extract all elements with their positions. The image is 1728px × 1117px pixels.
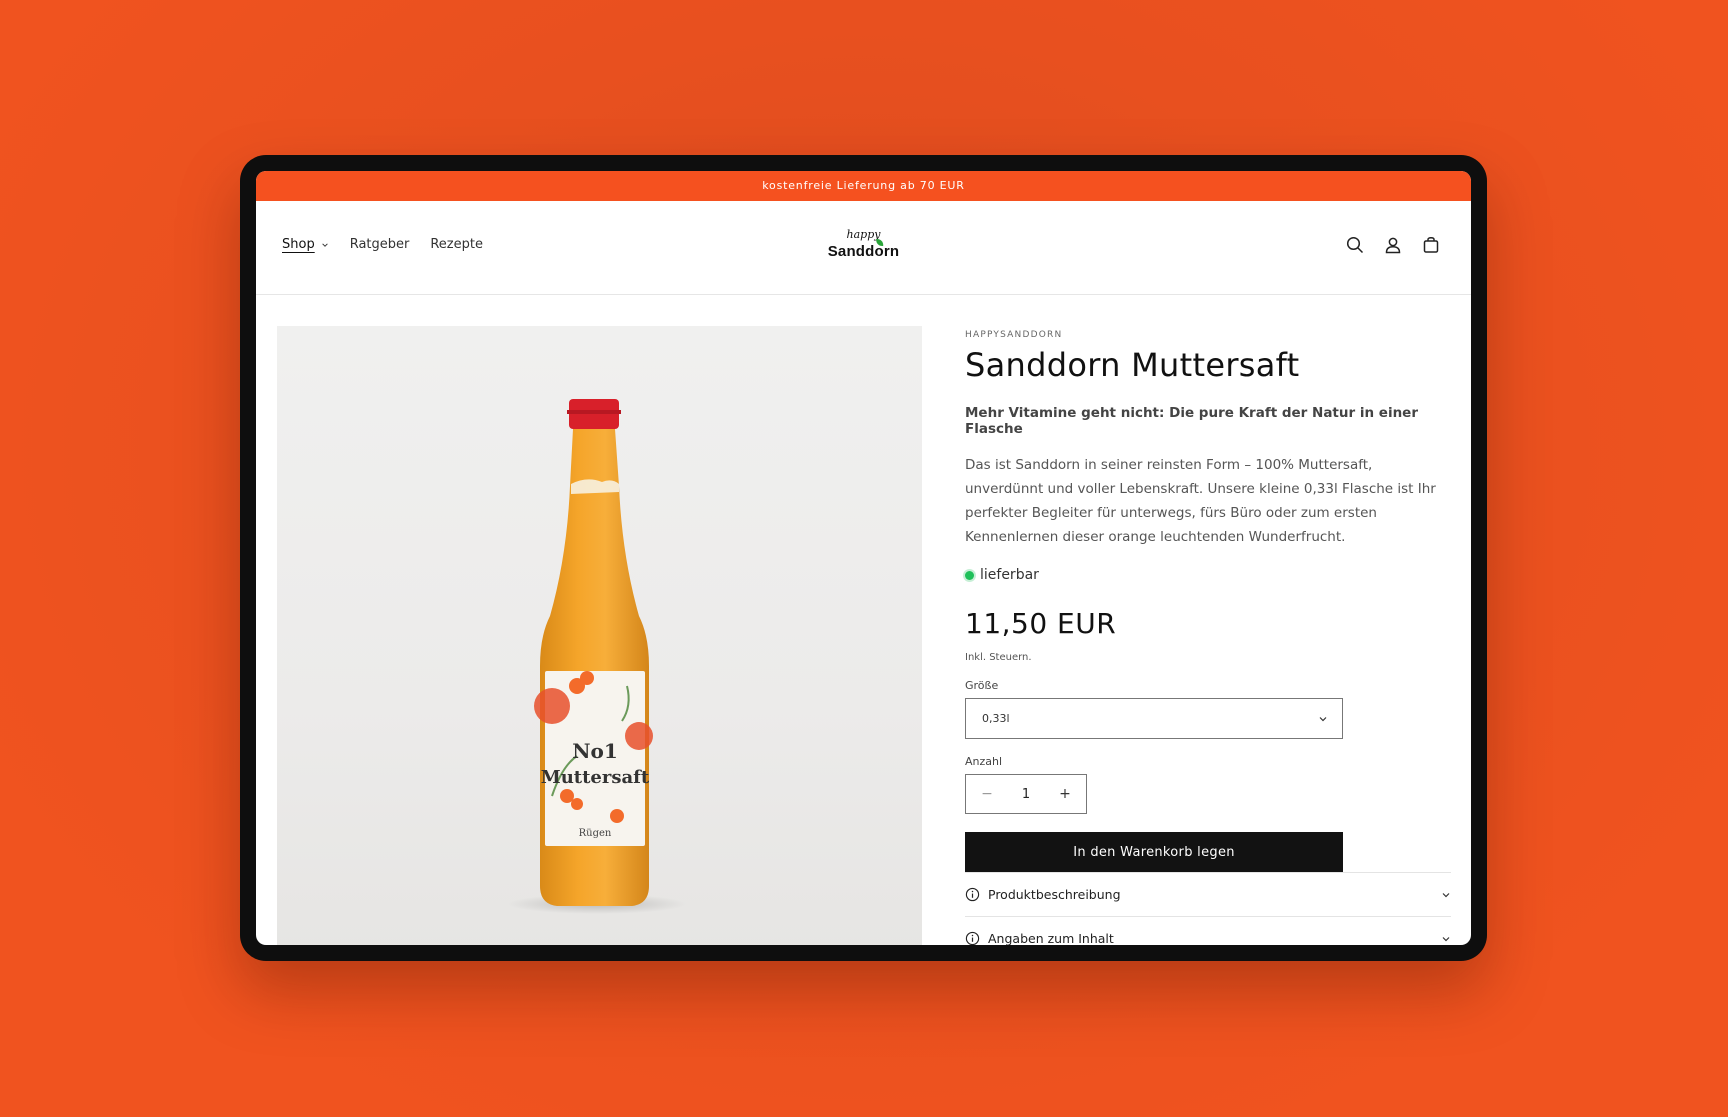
chevron-down-icon bbox=[1442, 936, 1450, 941]
label-name: Muttersaft bbox=[541, 767, 650, 788]
site-logo[interactable]: happy Sanddorn bbox=[827, 228, 900, 261]
product-subtitle: Mehr Vitamine geht nicht: Die pure Kraft… bbox=[965, 405, 1418, 437]
nav-item-label: Ratgeber bbox=[349, 237, 410, 252]
nav-item-shop[interactable]: Shop bbox=[282, 237, 329, 252]
announcement-bar: kostenfreie Lieferung ab 70 EUR bbox=[256, 171, 1471, 201]
info-icon bbox=[965, 931, 980, 945]
chevron-down-icon bbox=[1319, 716, 1327, 721]
search-icon[interactable] bbox=[1345, 235, 1365, 255]
chevron-down-icon bbox=[1442, 892, 1450, 897]
accordion-angaben-zum-inhalt[interactable]: Angaben zum Inhalt bbox=[965, 916, 1451, 945]
label-origin: Rügen bbox=[579, 828, 612, 839]
account-icon[interactable] bbox=[1383, 235, 1403, 255]
accordion-label: Produktbeschreibung bbox=[988, 887, 1121, 902]
product-description: Das ist Sanddorn in seiner reinsten Form… bbox=[965, 457, 1436, 545]
browser-screen: kostenfreie Lieferung ab 70 EUR Shop Rat… bbox=[256, 171, 1471, 945]
info-icon bbox=[965, 887, 980, 902]
header-icons bbox=[1345, 235, 1441, 255]
nav-item-rezepte[interactable]: Rezepte bbox=[430, 237, 483, 252]
stock-label: lieferbar bbox=[980, 567, 1039, 583]
main-nav: Shop Ratgeber Rezepte bbox=[282, 237, 504, 252]
juice-bottle-illustration: No1 Muttersaft Rügen bbox=[507, 399, 687, 914]
accordion-produktbeschreibung[interactable]: Produktbeschreibung bbox=[965, 872, 1451, 916]
size-value: 0,33l bbox=[982, 712, 1010, 725]
stock-dot-icon bbox=[965, 570, 974, 580]
product-info: HAPPYSANDDORN Sanddorn Muttersaft Mehr V… bbox=[965, 326, 1451, 945]
tax-note: Inkl. Steuern. bbox=[965, 652, 1032, 663]
quantity-stepper: − 1 + bbox=[965, 774, 1087, 814]
nav-item-ratgeber[interactable]: Ratgeber bbox=[350, 237, 410, 252]
product-title: Sanddorn Muttersaft bbox=[965, 346, 1300, 384]
cart-icon[interactable] bbox=[1421, 235, 1441, 255]
qty-value[interactable]: 1 bbox=[1022, 787, 1030, 802]
size-label: Größe bbox=[965, 679, 999, 692]
nav-item-label: Rezepte bbox=[430, 237, 483, 252]
product-vendor: HAPPYSANDDORN bbox=[965, 330, 1063, 340]
accordion-label: Angaben zum Inhalt bbox=[988, 931, 1114, 945]
chevron-down-icon bbox=[321, 242, 328, 247]
logo-brand: Sanddorn bbox=[827, 239, 900, 260]
product-price: 11,50 EUR bbox=[965, 607, 1117, 640]
logo-tagline: happy bbox=[846, 228, 881, 241]
stock-status: lieferbar bbox=[965, 567, 1445, 583]
label-no: No1 bbox=[572, 739, 618, 763]
size-select[interactable]: 0,33l bbox=[965, 698, 1343, 739]
device-frame: kostenfreie Lieferung ab 70 EUR Shop Rat… bbox=[240, 155, 1487, 961]
qty-decrease-button[interactable]: − bbox=[980, 786, 994, 802]
qty-label: Anzahl bbox=[965, 755, 1003, 768]
site-header: Shop Ratgeber Rezepte happy Sanddorn bbox=[256, 201, 1471, 295]
nav-item-label: Shop bbox=[282, 237, 315, 252]
logo-brand-text: Sanddorn bbox=[827, 243, 900, 260]
add-to-cart-button[interactable]: In den Warenkorb legen bbox=[965, 832, 1343, 872]
qty-increase-button[interactable]: + bbox=[1058, 786, 1072, 802]
product-image[interactable]: No1 Muttersaft Rügen bbox=[277, 326, 922, 945]
